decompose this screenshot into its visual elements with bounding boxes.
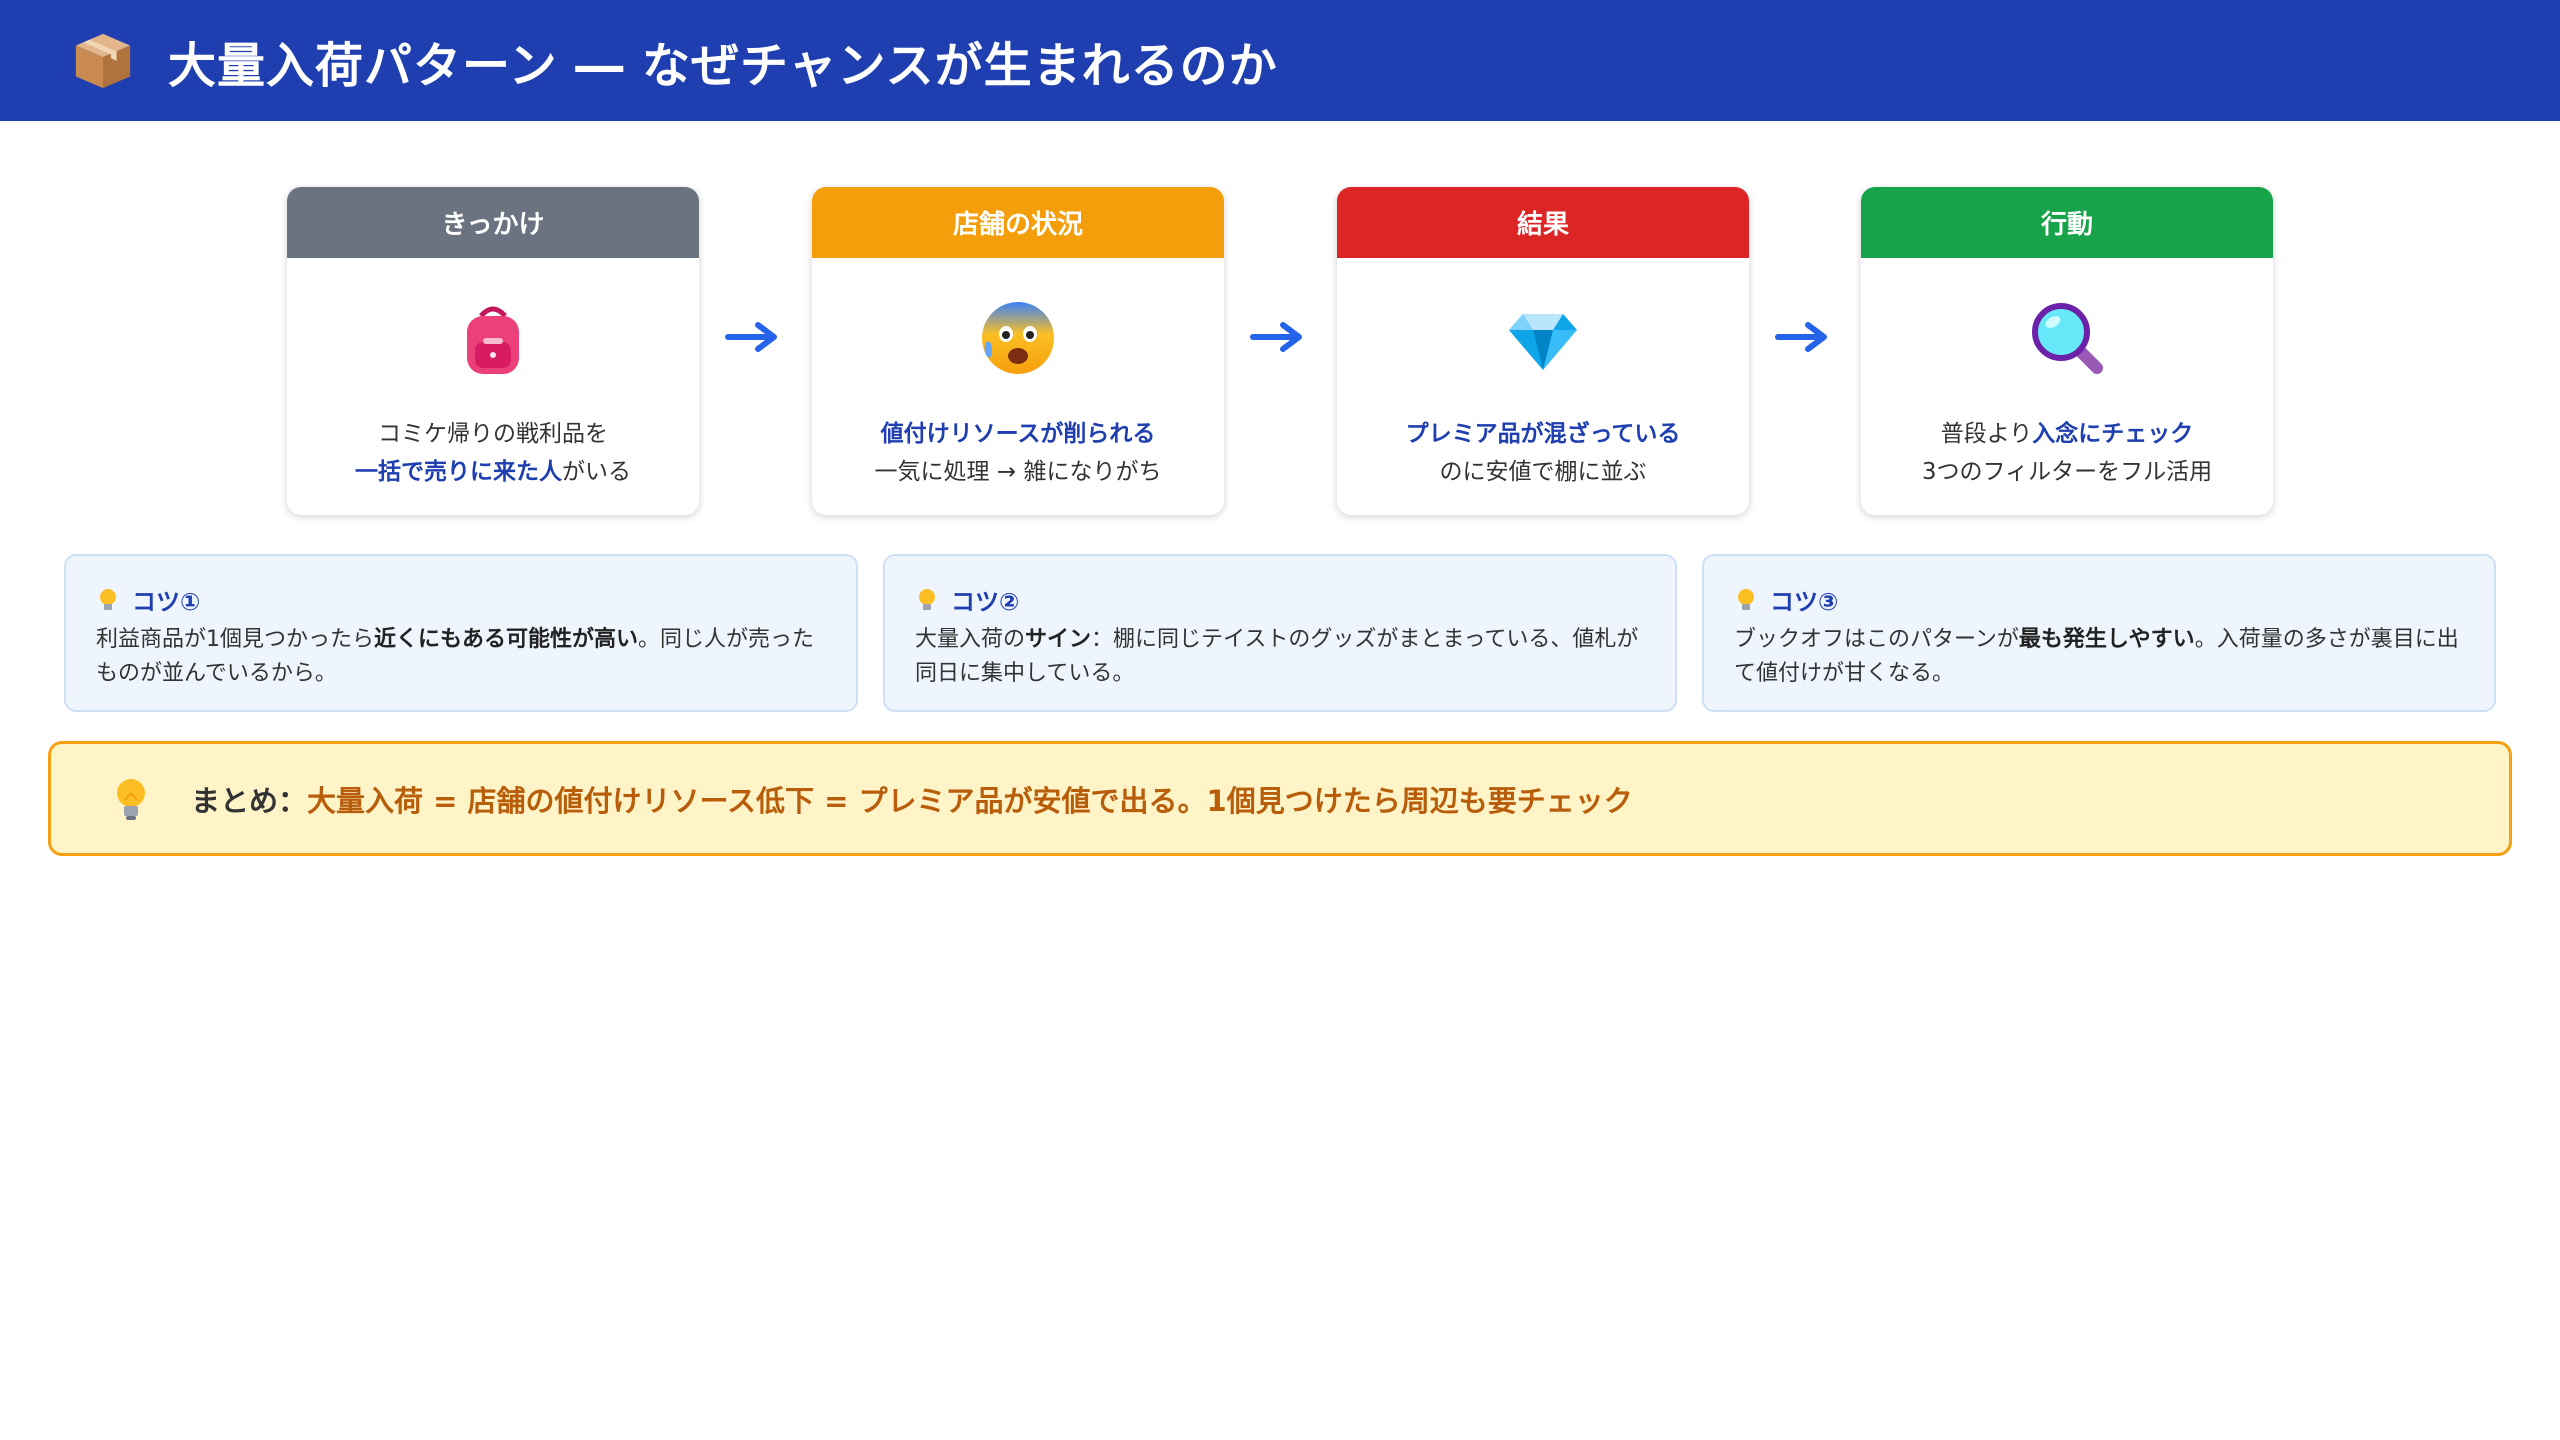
card-line-2: 一括で売りに来た人がいる bbox=[355, 459, 631, 485]
card-header: きっかけ bbox=[287, 187, 699, 258]
tip-card-2: コツ② 大量入荷のサイン：棚に同じテイストのグッズがまとまっている、値札が同日に… bbox=[883, 554, 1677, 712]
light-bulb-icon bbox=[1738, 588, 1754, 610]
flow-diagram: きっかけ コミケ帰りの戦利品を 一括で売りに来た人がいる 店舗の状況 値付けリソ… bbox=[0, 187, 2560, 515]
card-header: 結果 bbox=[1337, 187, 1749, 258]
summary-text: 大量入荷 = 店舗の値付けリソース低下 = プレミア品が安値で出る。1個見つけた… bbox=[307, 783, 1633, 818]
card-line-1: 値付けリソースが削られる bbox=[880, 421, 1156, 447]
card-text: 普段より入念にチェック 3つのフィルターをフル活用 bbox=[1861, 415, 2273, 491]
flow-card-trigger: きっかけ コミケ帰りの戦利品を 一括で売りに来た人がいる bbox=[287, 187, 699, 515]
card-line-2: 3つのフィルターをフル活用 bbox=[1921, 459, 2213, 485]
magnifying-glass-icon bbox=[2032, 303, 2103, 374]
card-text: 値付けリソースが削られる 一気に処理 → 雑になりがち bbox=[812, 415, 1224, 491]
card-line-1: プレミア品が混ざっている bbox=[1405, 421, 1681, 447]
card-line-1: 普段より入念にチェック bbox=[1940, 421, 2194, 447]
light-bulb-icon bbox=[919, 588, 935, 610]
flow-card-action: 行動 普段より入念にチェック 3つのフィルターをフル活用 bbox=[1861, 187, 2273, 515]
right-arrow-icon bbox=[1775, 322, 1827, 352]
light-bulb-icon bbox=[117, 778, 145, 820]
tips-row: コツ① 利益商品が1個見つかったら近くにもある可能性が高い。同じ人が売ったものが… bbox=[0, 554, 2560, 712]
tip-body: 利益商品が1個見つかったら近くにもある可能性が高い。同じ人が売ったものが並んでい… bbox=[96, 627, 815, 686]
tip-body: 大量入荷のサイン：棚に同じテイストのグッズがまとまっている、値札が同日に集中して… bbox=[915, 627, 1639, 686]
right-arrow-icon bbox=[725, 322, 777, 352]
flow-card-result: 結果 プレミア品が混ざっている のに安値で棚に並ぶ bbox=[1337, 187, 1749, 515]
summary-box: まとめ： 大量入荷 = 店舗の値付けリソース低下 = プレミア品が安値で出る。1… bbox=[48, 741, 2512, 856]
card-line-2: のに安値で棚に並ぶ bbox=[1439, 459, 1647, 485]
gem-icon bbox=[1509, 314, 1577, 370]
card-header: 行動 bbox=[1861, 187, 2273, 258]
page-title: 大量入荷パターン ― なぜチャンスが生まれるのか bbox=[168, 37, 1278, 94]
tip-title: コツ③ bbox=[1734, 582, 2464, 617]
tip-card-1: コツ① 利益商品が1個見つかったら近くにもある可能性が高い。同じ人が売ったものが… bbox=[64, 554, 858, 712]
summary-label: まとめ： bbox=[191, 783, 308, 818]
card-line-1: コミケ帰りの戦利品を bbox=[378, 421, 608, 447]
tip-card-3: コツ③ ブックオフはこのパターンが最も発生しやすい。入荷量の多さが裏目に出て値付… bbox=[1702, 554, 2496, 712]
card-text: コミケ帰りの戦利品を 一括で売りに来た人がいる bbox=[287, 415, 699, 491]
tip-title: コツ② bbox=[915, 582, 1645, 617]
card-header: 店舗の状況 bbox=[812, 187, 1224, 258]
card-line-2: 一気に処理 → 雑になりがち bbox=[874, 459, 1162, 485]
right-arrow-icon bbox=[1250, 322, 1302, 352]
backpack-icon bbox=[467, 306, 519, 374]
card-text: プレミア品が混ざっている のに安値で棚に並ぶ bbox=[1337, 415, 1749, 491]
tip-title: コツ① bbox=[96, 582, 826, 617]
anxious-face-icon bbox=[982, 302, 1054, 374]
light-bulb-icon bbox=[100, 588, 116, 610]
package-box-icon bbox=[75, 33, 131, 88]
flow-card-store-status: 店舗の状況 値付けリソースが削られる 一気に処理 → 雑になりがち bbox=[812, 187, 1224, 515]
page-header: 大量入荷パターン ― なぜチャンスが生まれるのか bbox=[0, 0, 2560, 121]
tip-body: ブックオフはこのパターンが最も発生しやすい。入荷量の多さが裏目に出て値付けが甘く… bbox=[1734, 627, 2459, 686]
